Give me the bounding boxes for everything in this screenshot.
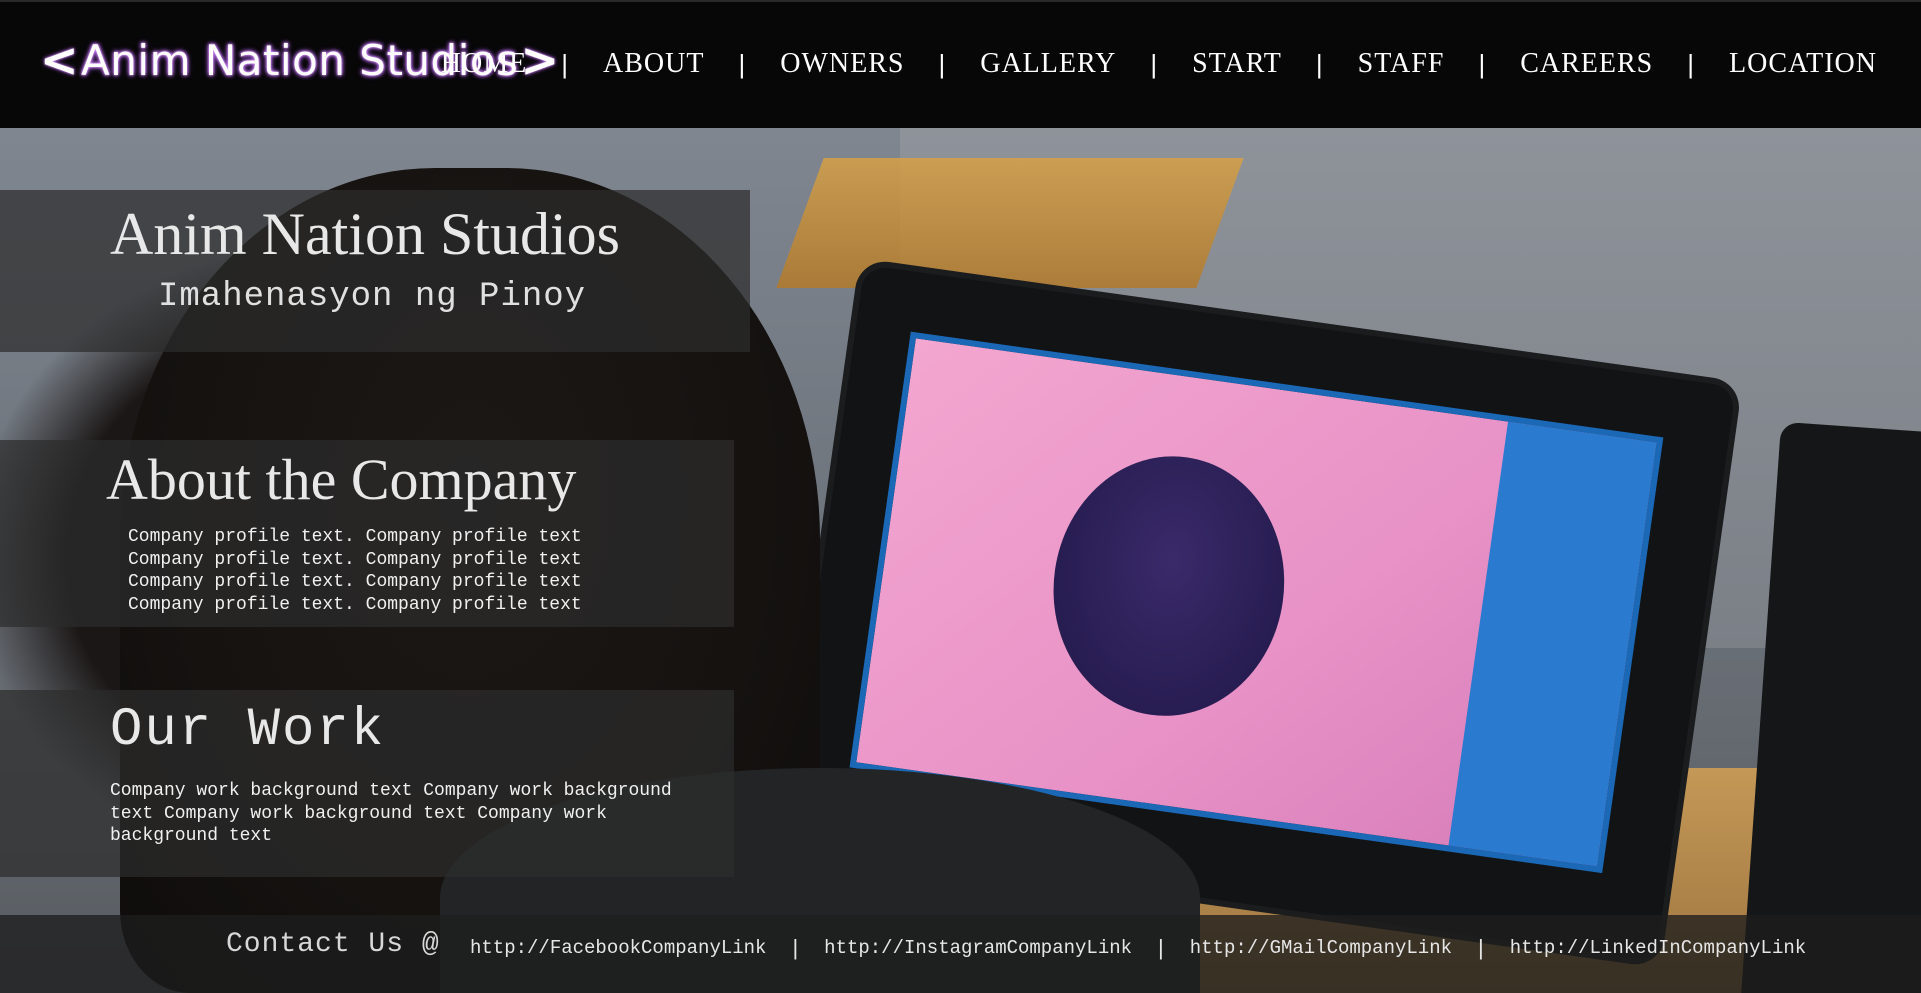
nav-separator: |: [561, 48, 569, 79]
footer-separator: |: [792, 935, 799, 960]
facebook-link[interactable]: http://FacebookCompanyLink: [470, 937, 766, 959]
about-title: About the Company: [106, 447, 577, 512]
nav-separator: |: [738, 48, 747, 79]
nav-home[interactable]: HOME: [441, 48, 527, 80]
about-body-text: Company profile text. Company profile te…: [128, 527, 582, 615]
nav-location[interactable]: LOCATION: [1729, 48, 1877, 80]
tablet-toolbar-panel: [1448, 421, 1657, 867]
hero-title-panel: Anim Nation Studios Imahenasyon ng Pinoy: [0, 190, 750, 352]
work-panel: Our Work Company work background text Co…: [0, 690, 734, 877]
nav-gallery[interactable]: GALLERY: [980, 48, 1116, 80]
logo-left-chevron-icon: <: [40, 33, 80, 87]
hero-tagline: Imahenasyon ng Pinoy: [158, 278, 587, 316]
footer-links: http://FacebookCompanyLink | http://Inst…: [470, 935, 1806, 961]
instagram-link[interactable]: http://InstagramCompanyLink: [824, 937, 1132, 959]
site-header: < Anim Nation Studios > HOME | ABOUT | O…: [0, 0, 1921, 128]
footer-separator: |: [1158, 935, 1164, 960]
nav-separator: |: [1315, 48, 1324, 79]
nav-careers[interactable]: CAREERS: [1520, 48, 1653, 80]
background-desks: [776, 158, 1244, 288]
main-nav: HOME | ABOUT | OWNERS | GALLERY | START …: [441, 48, 1877, 80]
nav-separator: |: [1150, 48, 1159, 79]
nav-about[interactable]: ABOUT: [603, 48, 704, 80]
gmail-link[interactable]: http://GMailCompanyLink: [1190, 937, 1452, 959]
nav-separator: |: [938, 48, 947, 79]
work-body-text: Company work background text Company wor…: [110, 781, 672, 846]
contact-label: Contact Us @: [226, 929, 440, 960]
nav-start[interactable]: START: [1192, 48, 1282, 80]
nav-owners[interactable]: OWNERS: [780, 48, 904, 80]
linkedin-link[interactable]: http://LinkedInCompanyLink: [1510, 937, 1806, 959]
tablet-artwork: [1036, 441, 1301, 731]
hero-title: Anim Nation Studios: [110, 201, 621, 267]
nav-separator: |: [1687, 48, 1695, 79]
nav-staff[interactable]: STAFF: [1358, 48, 1445, 80]
work-title: Our Work: [110, 700, 386, 761]
about-panel: About the Company Company profile text. …: [0, 440, 734, 627]
site-footer: Contact Us @ http://FacebookCompanyLink …: [0, 915, 1921, 993]
footer-separator: |: [1478, 935, 1484, 960]
nav-separator: |: [1478, 48, 1487, 79]
